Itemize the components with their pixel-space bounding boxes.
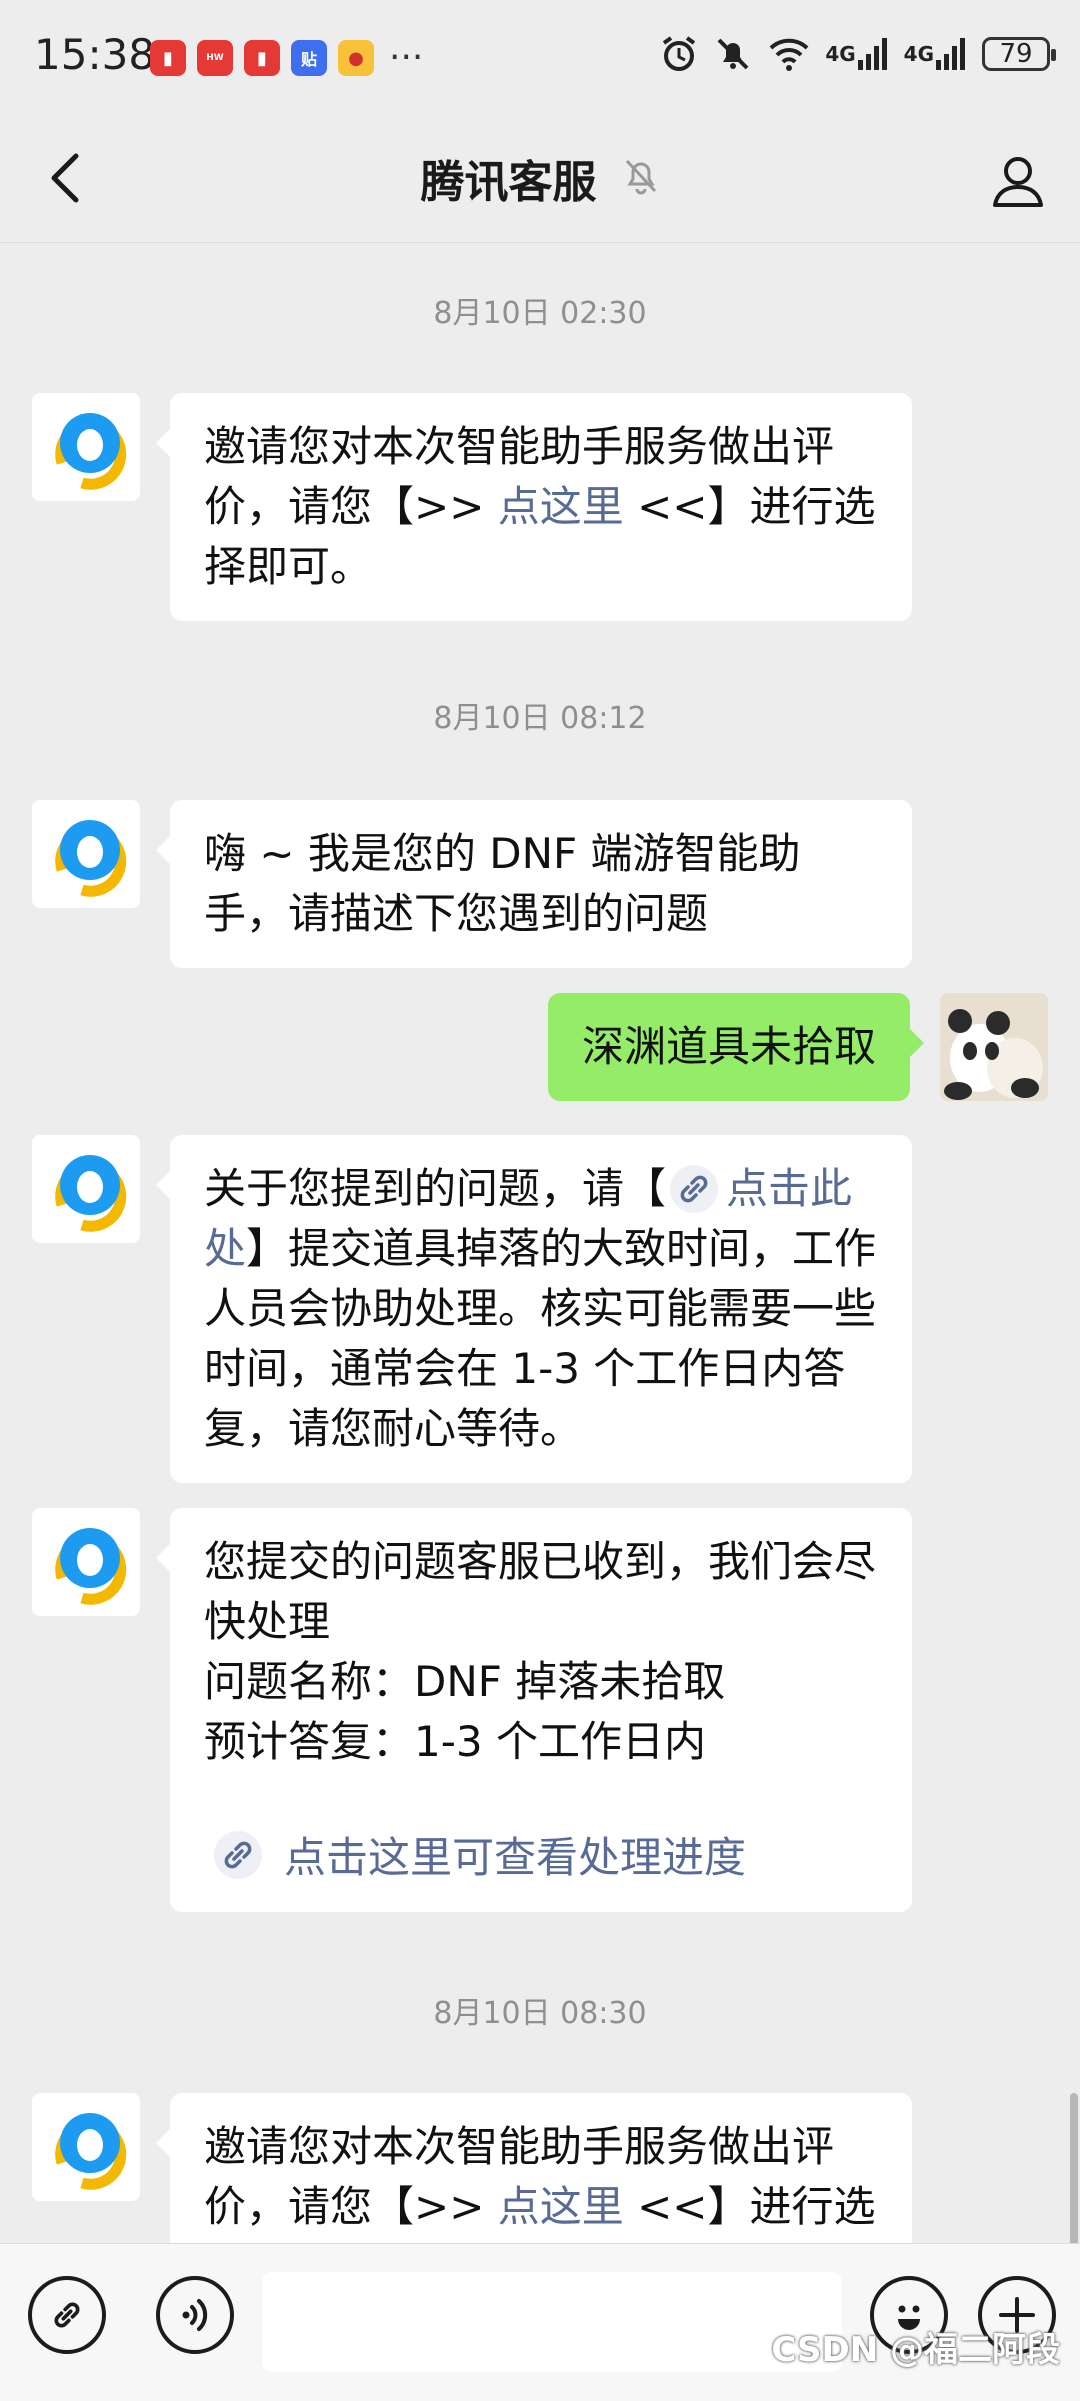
link-icon: [54, 2302, 80, 2328]
chat-header: 腾讯客服: [0, 118, 1080, 243]
sent-message-bubble: 深渊道具未拾取: [547, 993, 925, 1101]
title-area: 腾讯客服: [0, 146, 1080, 210]
tencent-support-logo-icon: [32, 800, 140, 908]
status-right: 4G 4G 79: [659, 34, 1056, 74]
mute-notification-icon: [713, 34, 753, 74]
message-bubble: 关于您提到的问题，请【 点击此处】提交道具掉落的大致时间，工作人员会协助处理。核实…: [156, 1135, 912, 1483]
kefu-avatar[interactable]: [32, 2093, 140, 2201]
kefu-avatar[interactable]: [32, 1508, 140, 1616]
tencent-support-logo-icon: [32, 2093, 140, 2201]
voice-input-button[interactable]: [156, 2276, 234, 2354]
scrollbar[interactable]: [1070, 2093, 1078, 2243]
kefu-avatar[interactable]: [32, 800, 140, 908]
message-bubble: 邀请您对本次智能助手服务做出评价，请您【>> 点这里 <<】进行选择即可。: [156, 393, 912, 621]
input-bar: CSDN @福二阿段: [0, 2243, 1080, 2401]
message-timestamp: 8月10日 08:30: [433, 1996, 647, 2031]
link-icon: [670, 1164, 719, 1213]
alarm-icon: [659, 34, 699, 74]
tencent-support-logo-icon: [32, 393, 140, 501]
tencent-support-logo-icon: [32, 1508, 140, 1616]
voice-icon: [182, 2299, 208, 2331]
message-input[interactable]: [262, 2272, 842, 2372]
message-bubble: 邀请您对本次智能助手服务做出评价，请您【>> 点这里 <<】进行选择即可。: [156, 2093, 912, 2243]
more-notifications-icon: ···: [389, 37, 424, 78]
tencent-support-logo-icon: [32, 1135, 140, 1243]
wifi-icon: [767, 34, 811, 74]
user-avatar[interactable]: [940, 993, 1048, 1101]
message-bubble: 您提交的问题客服已收到，我们会尽快处理 问题名称：DNF 掉落未拾取 预计答复：…: [156, 1508, 912, 1912]
weibo-app-icon: ●: [338, 40, 374, 76]
message-bubble: 嗨 ~ 我是您的 DNF 端游智能助手，请描述下您遇到的问题: [156, 800, 912, 968]
rate-link[interactable]: 点这里: [498, 2182, 624, 2231]
redbook-app-icon: ▮: [244, 40, 280, 76]
chat-title: 腾讯客服: [420, 157, 597, 208]
chat-info-button[interactable]: [986, 148, 1050, 212]
message-timestamp: 8月10日 08:12: [433, 701, 647, 736]
view-progress-link[interactable]: 点击这里可查看处理进度: [204, 1828, 878, 1888]
cellular-signal-icon-2: 4G: [904, 34, 968, 74]
status-bar: 15:38 ▮ HW ▮ 贴 ● ··· 4G 4G 79: [0, 0, 1080, 118]
watermark: CSDN @福二阿段: [771, 2330, 1060, 2370]
rate-link[interactable]: 点这里: [498, 482, 624, 531]
kefu-avatar[interactable]: [32, 1135, 140, 1243]
redbook-app-icon: ▮: [150, 40, 186, 76]
muted-bell-icon: [622, 156, 660, 200]
huawei-app-icon: HW: [197, 40, 233, 76]
link-attach-button[interactable]: [28, 2276, 106, 2354]
person-icon: [993, 157, 1043, 207]
cellular-signal-icon: 4G: [825, 34, 889, 74]
panda-avatar-icon: [940, 993, 1048, 1101]
status-time: 15:38: [34, 30, 156, 79]
link-icon: [214, 1831, 262, 1879]
kefu-avatar[interactable]: [32, 393, 140, 501]
notification-icons: ▮ HW ▮ 贴 ● ···: [150, 40, 423, 76]
message-timestamp: 8月10日 02:30: [433, 296, 647, 331]
message-list[interactable]: 8月10日 02:30 邀请您对本次智能助手服务做出评价，请您【>> 点这里 <…: [0, 243, 1080, 2243]
battery-indicator: 79: [982, 37, 1056, 71]
tieba-app-icon: 贴: [291, 40, 327, 76]
